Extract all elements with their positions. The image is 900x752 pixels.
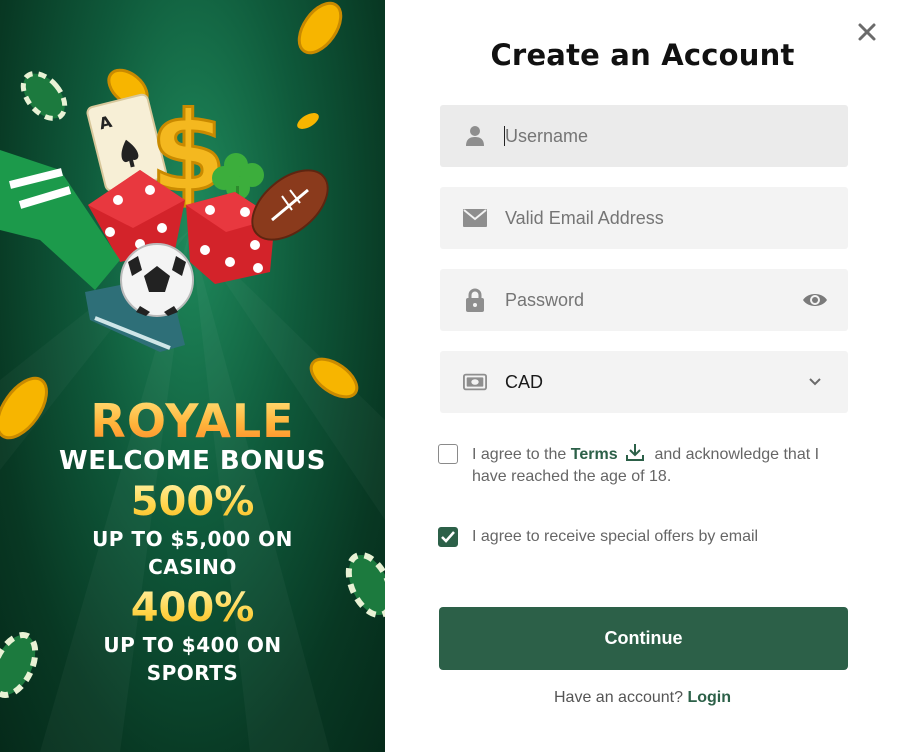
sports-offer-line2: SPORTS xyxy=(146,661,239,685)
envelope-icon xyxy=(463,206,487,230)
terms-checkbox[interactable] xyxy=(438,444,458,464)
lock-icon xyxy=(463,288,487,312)
promo-panel: A $ ROYALE WELCOME BONUS 500% UP TO $5,0… xyxy=(0,0,385,752)
email-field-container[interactable] xyxy=(440,187,848,249)
sports-percent: 400% xyxy=(0,585,385,631)
continue-button[interactable]: Continue xyxy=(439,607,848,670)
have-account-text: Have an account? xyxy=(554,689,683,706)
email-input[interactable] xyxy=(505,187,848,249)
promo-headline: ROYALE xyxy=(0,395,385,447)
checkmark-icon xyxy=(441,531,455,543)
text-caret xyxy=(504,126,505,146)
signup-form-panel: Create an Account CAD xyxy=(385,0,900,752)
chevron-down-icon[interactable] xyxy=(802,369,828,395)
download-icon[interactable] xyxy=(626,443,645,461)
terms-link[interactable]: Terms xyxy=(571,446,618,463)
terms-consent-row: I agree to the Terms and acknowledge tha… xyxy=(438,443,842,488)
offers-label: I agree to receive special offers by ema… xyxy=(472,528,759,545)
password-input[interactable] xyxy=(505,269,802,331)
terms-prefix: I agree to the xyxy=(472,446,567,463)
user-icon xyxy=(463,124,487,148)
currency-select[interactable]: CAD xyxy=(440,351,848,413)
promo-subheadline: WELCOME BONUS xyxy=(59,446,326,476)
eye-icon[interactable] xyxy=(802,291,828,309)
banknote-icon xyxy=(463,370,487,394)
login-prompt: Have an account? Login xyxy=(385,689,900,707)
terms-label: I agree to the Terms and acknowledge tha… xyxy=(472,443,842,488)
show-password-button[interactable] xyxy=(802,287,828,313)
login-link[interactable]: Login xyxy=(687,689,731,706)
form-title: Create an Account xyxy=(490,38,795,72)
soccer-ball-icon xyxy=(120,243,194,317)
casino-percent: 500% xyxy=(0,479,385,525)
offers-consent-row: I agree to receive special offers by ema… xyxy=(438,526,842,548)
offers-checkbox[interactable] xyxy=(438,527,458,547)
sports-offer-line1: UP TO $400 ON xyxy=(103,633,282,657)
username-input[interactable] xyxy=(505,105,848,167)
currency-value: CAD xyxy=(505,371,544,392)
promo-copy: ROYALE WELCOME BONUS 500% UP TO $5,000 O… xyxy=(0,395,385,687)
casino-offer-line2: CASINO xyxy=(148,555,237,579)
username-field-container[interactable] xyxy=(440,105,848,167)
casino-offer-line1: UP TO $5,000 ON xyxy=(92,527,293,551)
password-field-container[interactable] xyxy=(440,269,848,331)
